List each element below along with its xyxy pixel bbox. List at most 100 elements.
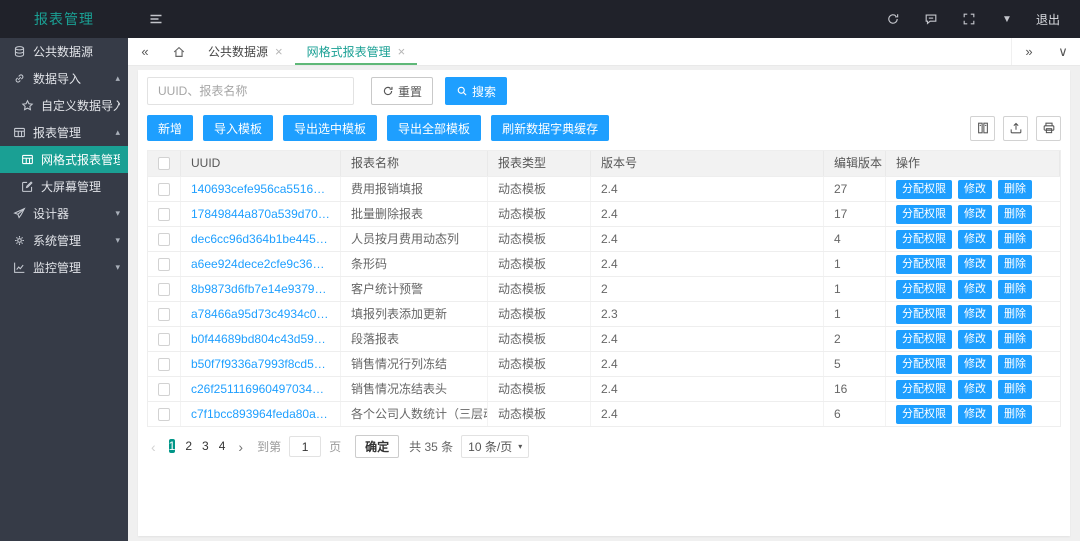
total-count-label: 共 35 条 <box>409 438 453 455</box>
uuid-link[interactable]: b50f7f9336a7993f8cd553ccc22... <box>191 352 330 376</box>
version: 2.4 <box>591 327 824 351</box>
modify-button[interactable]: 修改 <box>958 305 992 324</box>
modify-button[interactable]: 修改 <box>958 230 992 249</box>
uuid-link[interactable]: b0f44689bd804c43d59d85871a... <box>191 327 330 351</box>
delete-button[interactable]: 删除 <box>998 230 1032 249</box>
select-all-checkbox[interactable] <box>158 157 170 170</box>
sidebar-item[interactable]: 公共数据源 <box>0 38 128 65</box>
row-checkbox[interactable] <box>158 408 170 421</box>
assign-permission-button[interactable]: 分配权限 <box>896 305 952 324</box>
row-checkbox[interactable] <box>158 308 170 321</box>
tab-menu-button[interactable]: ∨ <box>1046 38 1080 65</box>
confirm-page-button[interactable]: 确定 <box>355 435 399 458</box>
delete-button[interactable]: 删除 <box>998 280 1032 299</box>
modify-button[interactable]: 修改 <box>958 180 992 199</box>
search-button[interactable]: 搜索 <box>445 77 507 105</box>
row-checkbox[interactable] <box>158 358 170 371</box>
delete-button[interactable]: 删除 <box>998 180 1032 199</box>
toolbar-button[interactable]: 新增 <box>147 115 193 141</box>
uuid-link[interactable]: 8b9873d6fb7e14e93794ee7fc1... <box>191 277 330 301</box>
next-page-icon[interactable]: › <box>230 439 251 455</box>
modify-button[interactable]: 修改 <box>958 380 992 399</box>
delete-button[interactable]: 删除 <box>998 305 1032 324</box>
chevron-down-icon: ▾ <box>115 235 120 246</box>
delete-button[interactable]: 删除 <box>998 330 1032 349</box>
page-number[interactable]: 4 <box>219 439 226 453</box>
tab[interactable]: 网格式报表管理 × <box>295 38 418 65</box>
page-number[interactable]: 2 <box>185 439 192 453</box>
assign-permission-button[interactable]: 分配权限 <box>896 330 952 349</box>
assign-permission-button[interactable]: 分配权限 <box>896 355 952 374</box>
modify-button[interactable]: 修改 <box>958 255 992 274</box>
uuid-link[interactable]: c26f25111696049703483b7915... <box>191 377 330 401</box>
row-checkbox[interactable] <box>158 383 170 396</box>
uuid-link[interactable]: 140693cefe956ca5516d6b66e2... <box>191 177 330 201</box>
refresh-button[interactable] <box>874 0 912 38</box>
uuid-link[interactable]: a78466a95d73c4934c0bd5d11... <box>191 302 330 326</box>
home-tab-button[interactable] <box>162 38 196 65</box>
filter-columns-button[interactable] <box>970 116 995 141</box>
delete-button[interactable]: 删除 <box>998 405 1032 424</box>
message-button[interactable] <box>912 0 950 38</box>
sidebar-item[interactable]: 数据导入 ▴ <box>0 65 128 92</box>
uuid-link[interactable]: 17849844a870a539d7068c6d3... <box>191 202 330 226</box>
modify-button[interactable]: 修改 <box>958 405 992 424</box>
sidebar-item[interactable]: 自定义数据导入 <box>0 92 128 119</box>
reset-button[interactable]: 重置 <box>371 77 433 105</box>
gear-icon <box>13 234 26 247</box>
fullscreen-button[interactable] <box>950 0 988 38</box>
row-checkbox[interactable] <box>158 183 170 196</box>
goto-page-input[interactable] <box>289 436 321 457</box>
assign-permission-button[interactable]: 分配权限 <box>896 380 952 399</box>
delete-button[interactable]: 删除 <box>998 355 1032 374</box>
uuid-link[interactable]: dec6cc96d364b1be44569ae18... <box>191 227 330 251</box>
tab[interactable]: 公共数据源 × <box>196 38 295 65</box>
modify-button[interactable]: 修改 <box>958 205 992 224</box>
print-button[interactable] <box>1036 116 1061 141</box>
toolbar-button[interactable]: 刷新数据字典缓存 <box>491 115 609 141</box>
sidebar-item[interactable]: 大屏幕管理 <box>0 173 128 200</box>
close-icon[interactable]: × <box>398 45 406 58</box>
row-checkbox[interactable] <box>158 283 170 296</box>
toolbar-button[interactable]: 导入模板 <box>203 115 273 141</box>
assign-permission-button[interactable]: 分配权限 <box>896 230 952 249</box>
row-checkbox[interactable] <box>158 258 170 271</box>
assign-permission-button[interactable]: 分配权限 <box>896 280 952 299</box>
row-checkbox[interactable] <box>158 208 170 221</box>
toolbar-button[interactable]: 导出选中模板 <box>283 115 377 141</box>
sidebar-item[interactable]: 监控管理 ▾ <box>0 254 128 281</box>
delete-button[interactable]: 删除 <box>998 255 1032 274</box>
tabs-scroll-left-button[interactable]: « <box>128 38 162 65</box>
assign-permission-button[interactable]: 分配权限 <box>896 180 952 199</box>
assign-permission-button[interactable]: 分配权限 <box>896 405 952 424</box>
edit-version: 17 <box>824 202 886 226</box>
delete-button[interactable]: 删除 <box>998 205 1032 224</box>
uuid-link[interactable]: c7f1bcc893964feda80ab52ee0... <box>191 402 330 426</box>
assign-permission-button[interactable]: 分配权限 <box>896 205 952 224</box>
grid-icon <box>13 126 26 139</box>
tabs-scroll-right-button[interactable]: » <box>1012 38 1046 65</box>
prev-page-icon[interactable]: ‹ <box>147 439 164 455</box>
toolbar-button[interactable]: 导出全部模板 <box>387 115 481 141</box>
row-checkbox[interactable] <box>158 333 170 346</box>
user-dropdown[interactable]: ▼ <box>988 0 1026 38</box>
modify-button[interactable]: 修改 <box>958 355 992 374</box>
logout-button[interactable]: 退出 <box>1036 11 1060 28</box>
delete-button[interactable]: 删除 <box>998 380 1032 399</box>
modify-button[interactable]: 修改 <box>958 280 992 299</box>
page-size-select[interactable]: 10 条/页 ▾ <box>461 435 529 458</box>
sidebar-item[interactable]: 报表管理 ▴ <box>0 119 128 146</box>
sidebar-item[interactable]: 设计器 ▾ <box>0 200 128 227</box>
page-number[interactable]: 3 <box>202 439 209 453</box>
modify-button[interactable]: 修改 <box>958 330 992 349</box>
uuid-link[interactable]: a6ee924dece2cfe9c363f5c902... <box>191 252 330 276</box>
sidebar-item[interactable]: 系统管理 ▾ <box>0 227 128 254</box>
page-number[interactable]: 1 <box>169 439 176 453</box>
sidebar-item[interactable]: 网格式报表管理 <box>0 146 128 173</box>
export-button[interactable] <box>1003 116 1028 141</box>
sidebar-toggle-button[interactable] <box>148 11 164 27</box>
close-icon[interactable]: × <box>275 45 283 58</box>
search-input[interactable] <box>147 77 354 105</box>
assign-permission-button[interactable]: 分配权限 <box>896 255 952 274</box>
row-checkbox[interactable] <box>158 233 170 246</box>
